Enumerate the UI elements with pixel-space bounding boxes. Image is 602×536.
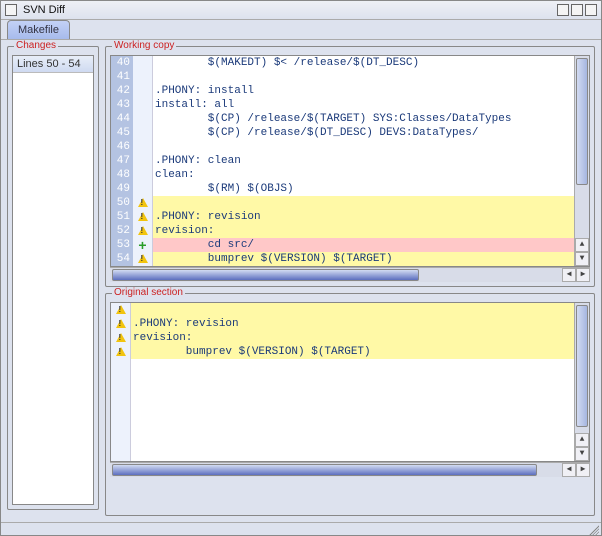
marker-gutter — [111, 303, 131, 461]
line-number: 50 — [111, 196, 133, 210]
added-icon: + — [138, 240, 146, 250]
tab-makefile[interactable]: Makefile — [7, 20, 70, 39]
tabbar: Makefile — [1, 20, 601, 40]
line-number: 45 — [111, 126, 133, 140]
original-section-group: Original section .PHONY: revisionrevisio… — [105, 293, 595, 516]
code-line[interactable] — [131, 303, 574, 317]
line-number-gutter: 404142434445464748495051525354 — [111, 56, 133, 266]
original-section-editor: .PHONY: revisionrevision: bumprev $(VERS… — [110, 302, 590, 462]
working-copy-group: Working copy 404142434445464748495051525… — [105, 46, 595, 287]
changes-group: Changes Lines 50 - 54 — [7, 46, 99, 510]
code-line[interactable] — [131, 429, 574, 443]
code-line[interactable]: .PHONY: install — [153, 84, 574, 98]
scroll-left-icon[interactable]: ◀ — [562, 463, 576, 477]
left-panel: Changes Lines 50 - 54 — [7, 46, 99, 516]
warning-icon — [138, 254, 148, 263]
code-line[interactable]: revision: — [153, 224, 574, 238]
code-line[interactable]: $(CP) /release/$(TARGET) SYS:Classes/Dat… — [153, 112, 574, 126]
code-line[interactable]: $(MAKEDT) $< /release/$(DT_DESC) — [153, 56, 574, 70]
line-number: 40 — [111, 56, 133, 70]
code-line[interactable]: revision: — [131, 331, 574, 345]
svn-diff-window: SVN Diff Makefile Changes Lines 50 - 54 … — [0, 0, 602, 536]
vertical-scrollbar[interactable]: ▲ ▼ — [574, 303, 589, 461]
code-line[interactable]: .PHONY: clean — [153, 154, 574, 168]
code-area[interactable]: .PHONY: revisionrevision: bumprev $(VERS… — [131, 303, 574, 461]
code-line[interactable] — [131, 415, 574, 429]
changes-item[interactable]: Lines 50 - 54 — [13, 56, 93, 73]
code-line[interactable]: install: all — [153, 98, 574, 112]
code-line[interactable]: .PHONY: revision — [131, 317, 574, 331]
code-line[interactable]: bumprev $(VERSION) $(TARGET) — [153, 252, 574, 266]
warning-icon — [116, 333, 126, 342]
window-title: SVN Diff — [23, 4, 557, 16]
line-number: 46 — [111, 140, 133, 154]
scroll-down-icon[interactable]: ▼ — [575, 447, 589, 461]
code-line[interactable]: bumprev $(VERSION) $(TARGET) — [131, 345, 574, 359]
depth-icon[interactable] — [585, 4, 597, 16]
warning-icon — [116, 347, 126, 356]
changes-title: Changes — [14, 40, 58, 51]
window-controls — [557, 4, 597, 16]
scroll-left-icon[interactable]: ◀ — [562, 268, 576, 282]
line-number: 52 — [111, 224, 133, 238]
scroll-down-icon[interactable]: ▼ — [575, 252, 589, 266]
line-number: 51 — [111, 210, 133, 224]
line-number: 41 — [111, 70, 133, 84]
original-section-title: Original section — [112, 287, 185, 298]
zoom-icon[interactable] — [571, 4, 583, 16]
warning-icon — [116, 319, 126, 328]
warning-icon — [116, 305, 126, 314]
line-number: 54 — [111, 252, 133, 266]
code-line[interactable]: .PHONY: revision — [153, 210, 574, 224]
vertical-scrollbar[interactable]: ▲ ▼ — [574, 56, 589, 266]
close-icon[interactable] — [5, 4, 17, 16]
code-area[interactable]: $(MAKEDT) $< /release/$(DT_DESC) .PHONY: … — [153, 56, 574, 266]
code-line[interactable] — [131, 401, 574, 415]
warning-icon — [138, 212, 148, 221]
working-copy-editor: 404142434445464748495051525354 + $(MAKED… — [110, 55, 590, 267]
line-number: 53 — [111, 238, 133, 252]
iconify-icon[interactable] — [557, 4, 569, 16]
warning-icon — [138, 226, 148, 235]
code-line[interactable] — [131, 373, 574, 387]
horizontal-scrollbar[interactable]: ◀ ▶ — [110, 462, 590, 477]
code-line[interactable]: clean: — [153, 168, 574, 182]
line-number: 49 — [111, 182, 133, 196]
resize-grip-icon[interactable] — [587, 523, 599, 535]
code-line[interactable] — [131, 359, 574, 373]
line-number: 43 — [111, 98, 133, 112]
scroll-up-icon[interactable]: ▲ — [575, 433, 589, 447]
working-copy-title: Working copy — [112, 40, 176, 51]
horizontal-scrollbar[interactable]: ◀ ▶ — [110, 267, 590, 282]
code-line[interactable]: cd src/ — [153, 238, 574, 252]
code-line[interactable] — [153, 196, 574, 210]
scroll-right-icon[interactable]: ▶ — [576, 463, 590, 477]
line-number: 48 — [111, 168, 133, 182]
right-panel: Working copy 404142434445464748495051525… — [105, 46, 595, 516]
scroll-right-icon[interactable]: ▶ — [576, 268, 590, 282]
code-line[interactable]: $(RM) $(OBJS) — [153, 182, 574, 196]
scroll-up-icon[interactable]: ▲ — [575, 238, 589, 252]
warning-icon — [138, 198, 148, 207]
statusbar — [1, 522, 601, 535]
line-number: 44 — [111, 112, 133, 126]
titlebar[interactable]: SVN Diff — [1, 1, 601, 20]
code-line[interactable] — [153, 140, 574, 154]
code-line[interactable] — [153, 70, 574, 84]
changes-list[interactable]: Lines 50 - 54 — [12, 55, 94, 505]
body: Changes Lines 50 - 54 Working copy 40414… — [1, 40, 601, 522]
code-line[interactable] — [131, 387, 574, 401]
line-number: 47 — [111, 154, 133, 168]
line-number: 42 — [111, 84, 133, 98]
marker-gutter: + — [133, 56, 153, 266]
code-line[interactable]: $(CP) /release/$(DT_DESC) DEVS:DataTypes… — [153, 126, 574, 140]
